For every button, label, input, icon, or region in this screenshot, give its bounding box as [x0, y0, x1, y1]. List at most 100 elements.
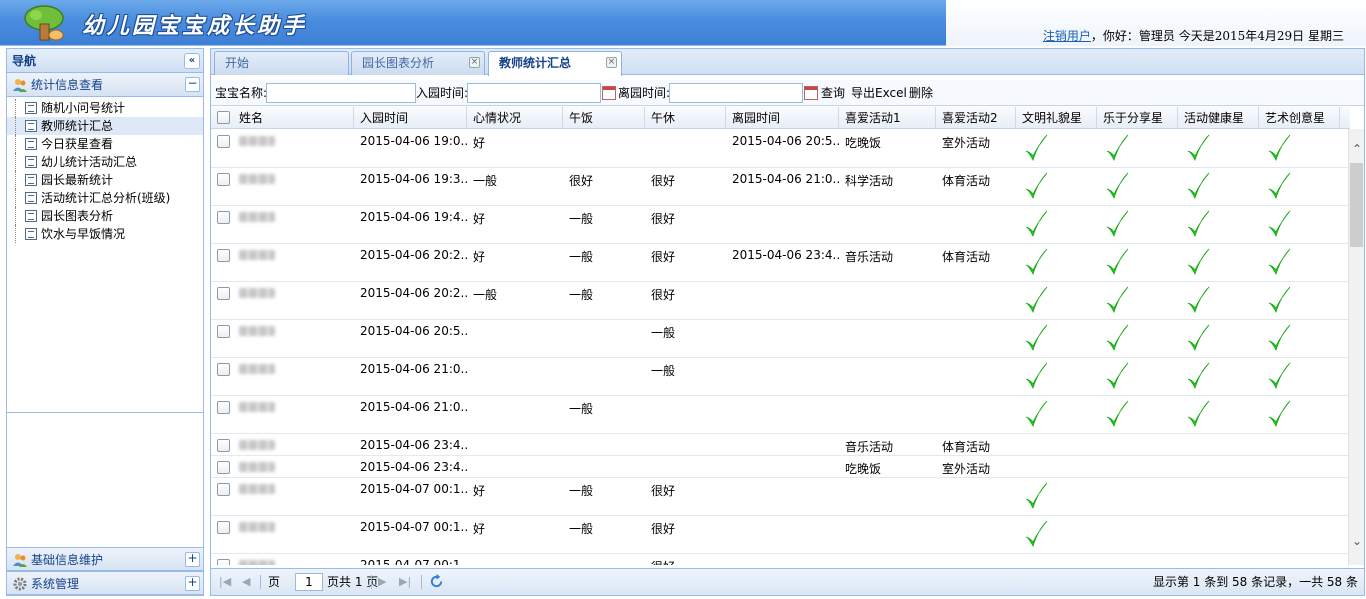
star-check-icon [1106, 248, 1129, 276]
column-header[interactable]: 心情状况 [467, 107, 563, 129]
last-page-icon[interactable]: ▶| [399, 569, 411, 595]
calendar-icon[interactable] [602, 86, 616, 100]
expand-section-icon[interactable]: + [185, 552, 200, 567]
table-row[interactable]: 2015-04-07 00:1... 好 一般 很好 [211, 516, 1350, 554]
tree-item-label: 幼儿统计活动汇总 [41, 155, 138, 169]
logout-link[interactable]: 注销用户 [1043, 29, 1091, 43]
tree-item[interactable]: 教师统计汇总 [7, 117, 203, 135]
delete-button[interactable]: 删除 [909, 80, 933, 106]
column-header[interactable]: 姓名 [233, 107, 354, 129]
column-header[interactable]: 喜爱活动2 [936, 107, 1016, 129]
column-header[interactable]: 入园时间 [354, 107, 467, 129]
tab-teacher-summary[interactable]: 教师统计汇总 × [488, 51, 622, 76]
row-checkbox[interactable] [217, 439, 230, 452]
table-row[interactable]: 2015-04-06 21:0... 一般 [211, 358, 1350, 396]
tab-start[interactable]: 开始 [214, 51, 349, 75]
table-row[interactable]: 2015-04-06 20:5... 一般 [211, 320, 1350, 358]
close-icon[interactable]: × [469, 57, 480, 68]
table-row[interactable]: 2015-04-06 21:0... 一般 [211, 396, 1350, 434]
column-header[interactable]: 离园时间 [726, 107, 839, 129]
column-header[interactable]: 艺术创意星 [1259, 107, 1340, 129]
separator [421, 575, 422, 589]
collapse-section-icon[interactable]: − [185, 77, 200, 92]
document-icon [25, 174, 37, 186]
document-icon [25, 120, 37, 132]
entry-time-input[interactable] [467, 83, 601, 103]
leave-time-label: 离园时间: [618, 86, 671, 100]
column-header[interactable]: 喜爱活动1 [839, 107, 936, 129]
table-cell: 很好 [651, 174, 676, 188]
blurred-name [239, 440, 275, 450]
row-checkbox[interactable] [217, 135, 230, 148]
table-row[interactable]: 2015-04-06 19:3... 一般 很好 很好 2015-04-06 21:0.… [211, 168, 1350, 206]
grid-header: 姓名 入园时间 心情状况 午饭 午休 离园时间 喜爱活动1 喜爱活动2 文明礼貌星 乐于分享星 活动… [211, 107, 1350, 129]
tree-item[interactable]: 今日获星查看 [7, 135, 203, 153]
table-row[interactable]: 2015-04-06 19:4... 好 一般 很好 [211, 206, 1350, 244]
export-excel-button[interactable]: 导出Excel [851, 80, 907, 106]
accordion-system[interactable]: 系统管理 + [7, 571, 203, 595]
tab-teacher-summary-label: 教师统计汇总 [499, 56, 572, 70]
calendar-icon[interactable] [804, 86, 818, 100]
select-all-checkbox[interactable] [217, 111, 230, 124]
baby-name-input[interactable] [266, 83, 416, 103]
tree-item[interactable]: 园长最新统计 [7, 171, 203, 189]
row-checkbox[interactable] [217, 521, 230, 534]
table-row[interactable]: 2015-04-06 20:2... 好 一般 很好 2015-04-06 23:4..… [211, 244, 1350, 282]
tab-bar: 开始 园长图表分析 × 教师统计汇总 × [211, 49, 1364, 76]
table-cell: 好 [473, 522, 486, 536]
first-page-icon[interactable]: |◀ [219, 569, 231, 595]
tree-item[interactable]: 饮水与早饭情况 [7, 225, 203, 243]
table-row[interactable]: 2015-04-06 19:0... 好 2015-04-06 20:5... 吃晚饭… [211, 130, 1350, 168]
table-cell: 很好 [651, 250, 676, 264]
tab-principal-charts[interactable]: 园长图表分析 × [351, 51, 485, 75]
table-row[interactable]: 2015-04-07 00:1... 很好 [211, 554, 1350, 565]
table-cell: 一般 [651, 364, 676, 378]
prev-page-icon[interactable]: ◀ [242, 569, 250, 595]
blurred-name [239, 560, 275, 565]
column-header[interactable]: 午休 [645, 107, 726, 129]
row-checkbox[interactable] [217, 173, 230, 186]
column-header[interactable]: 午饭 [563, 107, 645, 129]
scroll-thumb[interactable] [1350, 163, 1363, 247]
document-icon [25, 210, 37, 222]
row-checkbox[interactable] [217, 249, 230, 262]
vertical-scrollbar[interactable]: ⌃ ⌄ [1348, 129, 1364, 565]
next-page-icon[interactable]: ▶ [378, 569, 386, 595]
leave-time-input[interactable] [669, 83, 803, 103]
query-button[interactable]: 查询 [821, 80, 845, 106]
chevron-up-icon[interactable]: ⌃ [1351, 143, 1363, 155]
page-number-input[interactable] [295, 573, 323, 591]
row-checkbox[interactable] [217, 287, 230, 300]
accordion-stats[interactable]: 统计信息查看 − [7, 73, 203, 97]
table-cell: 一般 [569, 484, 594, 498]
tree-item[interactable]: 活动统计汇总分析(班级) [7, 189, 203, 207]
row-checkbox[interactable] [217, 559, 230, 565]
star-check-icon [1106, 134, 1129, 162]
data-grid: 姓名 入园时间 心情状况 午饭 午休 离园时间 喜爱活动1 喜爱活动2 文明礼貌星 乐于分享星 活动… [211, 107, 1350, 565]
close-icon[interactable]: × [606, 57, 617, 68]
table-cell: 一般 [651, 326, 676, 340]
refresh-icon[interactable] [429, 574, 444, 589]
expand-section-icon[interactable]: + [185, 576, 200, 591]
table-row[interactable]: 2015-04-06 23:4... 吃晚饭 室外活动 [211, 456, 1350, 478]
column-header[interactable]: 文明礼貌星 [1016, 107, 1097, 129]
row-checkbox[interactable] [217, 483, 230, 496]
column-header[interactable]: 乐于分享星 [1097, 107, 1178, 129]
chevron-down-icon[interactable]: ⌄ [1351, 535, 1363, 547]
row-checkbox[interactable] [217, 461, 230, 474]
table-row[interactable]: 2015-04-07 00:1... 好 一般 很好 [211, 478, 1350, 516]
tree-item[interactable]: 幼儿统计活动汇总 [7, 153, 203, 171]
tree-item[interactable]: 随机小问号统计 [7, 99, 203, 117]
tree-item[interactable]: 园长图表分析 [7, 207, 203, 225]
table-row[interactable]: 2015-04-06 20:2... 一般 一般 很好 [211, 282, 1350, 320]
table-row[interactable]: 2015-04-06 23:4... 音乐活动 体育活动 [211, 434, 1350, 456]
table-cell: 一般 [473, 174, 498, 188]
row-checkbox[interactable] [217, 325, 230, 338]
collapse-nav-icon[interactable]: « [184, 53, 200, 69]
nav-panel: 导航 « 统计信息查看 − 随机小问号统计 教师统计汇总 今日获星查看 幼儿统计活动汇… [6, 48, 204, 596]
row-checkbox[interactable] [217, 211, 230, 224]
accordion-basic-info[interactable]: 基础信息维护 + [7, 547, 203, 571]
column-header[interactable]: 活动健康星 [1178, 107, 1259, 129]
row-checkbox[interactable] [217, 401, 230, 414]
row-checkbox[interactable] [217, 363, 230, 376]
